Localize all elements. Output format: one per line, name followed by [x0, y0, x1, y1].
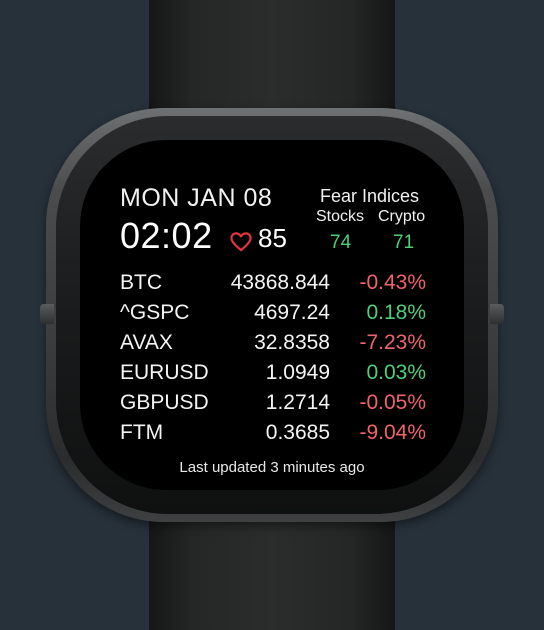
ticker-row: EURUSD 1.0949 0.03%: [120, 361, 430, 391]
ticker-change: -7.23%: [359, 331, 426, 354]
watch-button-right[interactable]: [490, 304, 504, 324]
ticker-change: 0.18%: [366, 301, 426, 324]
ticker-change: -0.43%: [359, 271, 426, 294]
ticker-change: 0.03%: [366, 361, 426, 384]
time-label: 02:02: [120, 215, 213, 256]
ticker-row: ^GSPC 4697.24 0.18%: [120, 301, 430, 331]
ticker-symbol: EURUSD: [120, 361, 209, 384]
heart-rate-value: 85: [258, 223, 287, 253]
ticker-symbol: AVAX: [120, 331, 173, 354]
ticker-change: -9.04%: [359, 421, 426, 444]
last-updated-status: Last updated 3 minutes ago: [179, 459, 365, 476]
ticker-symbol: BTC: [120, 271, 162, 294]
ticker-list: BTC 43868.844 -0.43% ^GSPC 4697.24 0.18%…: [120, 271, 430, 451]
ticker-price: 1.0949: [265, 361, 330, 384]
date-label: MON JAN 08: [120, 184, 273, 212]
ticker-price: 43868.844: [230, 271, 330, 294]
watch-button-left[interactable]: [40, 304, 54, 324]
ticker-symbol: GBPUSD: [120, 391, 209, 414]
heart-icon: [230, 232, 252, 252]
ticker-price: 0.3685: [265, 421, 330, 444]
ticker-change: -0.05%: [359, 391, 426, 414]
ticker-price: 1.2714: [265, 391, 330, 414]
ticker-row: AVAX 32.8358 -7.23%: [120, 331, 430, 361]
ticker-row: GBPUSD 1.2714 -0.05%: [120, 391, 430, 421]
ticker-row: FTM 0.3685 -9.04%: [120, 421, 430, 451]
ticker-price: 4697.24: [254, 301, 330, 324]
watch-screen: MON JAN 08 02:02 85 Fear Indices Stocks …: [80, 140, 464, 490]
fear-stocks-label: Stocks: [316, 208, 365, 225]
ticker-row: BTC 43868.844 -0.43%: [120, 271, 430, 301]
fear-crypto-label: Crypto: [378, 208, 426, 225]
ticker-symbol: FTM: [120, 421, 164, 444]
fear-indices-title: Fear Indices: [320, 186, 420, 206]
ticker-price: 32.8358: [254, 331, 330, 354]
fear-crypto-value: 71: [393, 232, 415, 253]
ticker-symbol: ^GSPC: [120, 301, 190, 324]
fear-stocks-value: 74: [330, 232, 352, 253]
